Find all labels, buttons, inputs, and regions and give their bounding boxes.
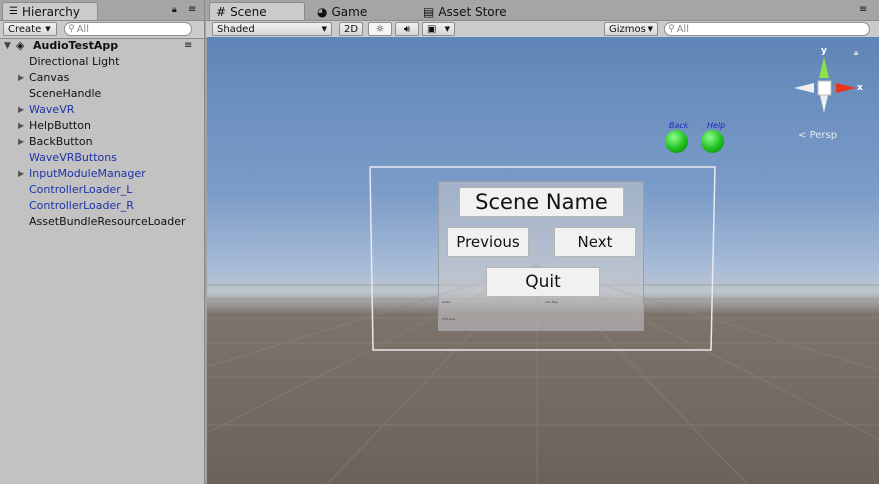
ui-panel[interactable]: Scene Name Previous Next Quit Audio Info… bbox=[438, 181, 644, 331]
back-sphere[interactable] bbox=[665, 130, 688, 153]
hierarchy-item-label: SceneHandle bbox=[29, 87, 102, 100]
hierarchy-item[interactable]: Directional Light bbox=[0, 54, 204, 70]
small-text-right: Info Play bbox=[545, 300, 558, 304]
panel-menu-icon[interactable]: ≡ bbox=[859, 4, 867, 15]
hierarchy-item[interactable]: SceneHandle bbox=[0, 86, 204, 102]
effects-dropdown[interactable]: ▣ ▼ bbox=[422, 22, 455, 36]
tab-asset-store[interactable]: ▤ Asset Store bbox=[416, 2, 516, 20]
lighting-toggle[interactable]: ☼ bbox=[368, 22, 392, 36]
hierarchy-tab-bar: ☰ Hierarchy 🔒︎ ≡ bbox=[0, 0, 204, 21]
panel-menu-icon[interactable]: ≡ bbox=[188, 4, 196, 15]
orientation-gizmo[interactable]: y x 🔒︎ < Persp bbox=[792, 45, 874, 141]
scene-search-input[interactable]: ⚲ All bbox=[664, 22, 870, 36]
scene-panel: # Scene ◕ Game ▤ Asset Store ≡ Shaded ▼ … bbox=[206, 0, 879, 484]
search-icon: ⚲ bbox=[68, 24, 75, 34]
pacman-icon: ◕ bbox=[317, 4, 328, 19]
draw-mode-dropdown[interactable]: Shaded ▼ bbox=[212, 22, 332, 36]
expand-arrow-icon[interactable]: ▶ bbox=[18, 134, 24, 150]
hierarchy-item-label: HelpButton bbox=[29, 119, 91, 132]
hierarchy-item[interactable]: ▶ InputModuleManager bbox=[0, 166, 204, 182]
hierarchy-item-label: ControllerLoader_R bbox=[29, 199, 134, 212]
lock-icon[interactable]: 🔒︎ bbox=[854, 48, 858, 58]
hierarchy-root[interactable]: ▼ ◈ AudioTestApp ≡ bbox=[0, 38, 204, 54]
expand-arrow-icon[interactable]: ▶ bbox=[18, 102, 24, 118]
speaker-icon: 🔊︎ bbox=[403, 23, 411, 35]
hierarchy-item[interactable]: WaveVRButtons bbox=[0, 150, 204, 166]
expand-arrow-icon[interactable]: ▼ bbox=[4, 38, 11, 54]
hierarchy-item[interactable]: ▶ WaveVR bbox=[0, 102, 204, 118]
audio-toggle[interactable]: 🔊︎ bbox=[395, 22, 419, 36]
expand-arrow-icon[interactable]: ▶ bbox=[18, 70, 24, 86]
tab-scene[interactable]: # Scene bbox=[209, 2, 305, 20]
next-button[interactable]: Next bbox=[554, 227, 636, 257]
store-icon: ▤ bbox=[423, 4, 435, 19]
hierarchy-item-label: InputModuleManager bbox=[29, 167, 146, 180]
quit-button[interactable]: Quit bbox=[486, 267, 600, 297]
dropdown-arrow-icon: ▼ bbox=[321, 25, 327, 33]
grid-icon: # bbox=[216, 4, 227, 19]
mode-2d-toggle[interactable]: 2D bbox=[339, 22, 363, 36]
hierarchy-item[interactable]: ▶ BackButton bbox=[0, 134, 204, 150]
small-text-left: Audio bbox=[442, 300, 451, 304]
hierarchy-item-label: Directional Light bbox=[29, 55, 120, 68]
hierarchy-item-label: Canvas bbox=[29, 71, 70, 84]
unity-scene-icon: ◈ bbox=[16, 39, 25, 52]
persp-arrow-icon: < bbox=[798, 130, 807, 141]
hierarchy-item[interactable]: AssetBundleResourceLoader bbox=[0, 214, 204, 230]
hierarchy-item-label: ControllerLoader_L bbox=[29, 183, 133, 196]
help-label: Help bbox=[707, 121, 726, 130]
dropdown-arrow-icon: ▼ bbox=[45, 25, 51, 33]
hierarchy-toolbar: Create ▼ ⚲ All bbox=[0, 21, 204, 39]
hierarchy-item[interactable]: ▶ HelpButton bbox=[0, 118, 204, 134]
expand-arrow-icon[interactable]: ▶ bbox=[18, 118, 24, 134]
small-text-bottom: HTC Vive bbox=[442, 317, 456, 321]
hierarchy-item-label: WaveVRButtons bbox=[29, 151, 117, 164]
hierarchy-item[interactable]: ControllerLoader_L bbox=[0, 182, 204, 198]
back-label: Back bbox=[669, 121, 689, 130]
hierarchy-search-input[interactable]: ⚲ All bbox=[64, 22, 192, 36]
gizmos-dropdown[interactable]: Gizmos ▼ bbox=[604, 22, 658, 36]
help-sphere[interactable] bbox=[701, 130, 724, 153]
projection-toggle[interactable]: < Persp bbox=[798, 130, 837, 141]
search-icon: ⚲ bbox=[668, 24, 675, 34]
previous-button[interactable]: Previous bbox=[447, 227, 529, 257]
scene-name-label: Scene Name bbox=[459, 187, 624, 217]
scene-viewport[interactable]: Scene Name Previous Next Quit Audio Info… bbox=[207, 37, 879, 484]
expand-arrow-icon[interactable]: ▶ bbox=[18, 166, 24, 182]
hierarchy-item-label: BackButton bbox=[29, 135, 93, 148]
hierarchy-item[interactable]: ▶ Canvas bbox=[0, 70, 204, 86]
create-dropdown[interactable]: Create ▼ bbox=[3, 22, 57, 36]
scene-menu-icon[interactable]: ≡ bbox=[184, 38, 192, 54]
image-icon: ▣ bbox=[427, 23, 437, 35]
lock-icon[interactable]: 🔒︎ bbox=[172, 5, 177, 15]
sun-icon: ☼ bbox=[375, 23, 385, 35]
hierarchy-panel: ☰ Hierarchy 🔒︎ ≡ Create ▼ ⚲ All ▼ ◈ Audi… bbox=[0, 0, 205, 484]
dropdown-arrow-icon: ▼ bbox=[647, 25, 653, 33]
hierarchy-item-label: AssetBundleResourceLoader bbox=[29, 215, 186, 228]
scene-tab-bar: # Scene ◕ Game ▤ Asset Store ≡ bbox=[206, 0, 879, 21]
hierarchy-item-label: WaveVR bbox=[29, 103, 75, 116]
tab-hierarchy[interactable]: ☰ Hierarchy bbox=[2, 2, 98, 20]
tab-game[interactable]: ◕ Game bbox=[310, 2, 406, 20]
hierarchy-item[interactable]: ControllerLoader_R bbox=[0, 198, 204, 214]
dropdown-arrow-icon: ▼ bbox=[444, 25, 450, 33]
list-icon: ☰ bbox=[9, 6, 18, 17]
